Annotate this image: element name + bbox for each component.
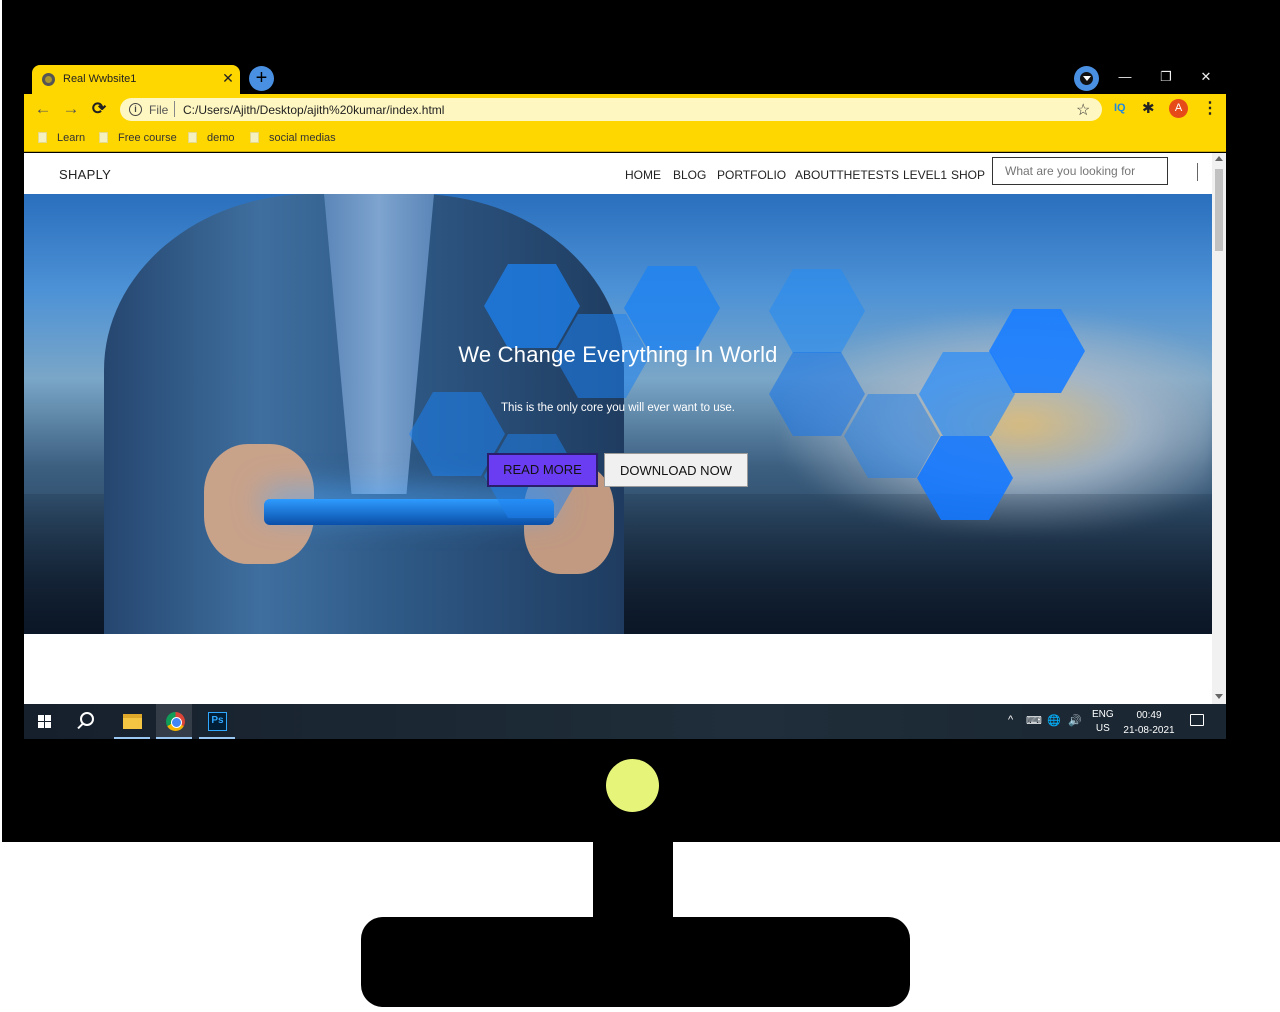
folder-icon <box>188 132 197 143</box>
close-window-button[interactable]: ✕ <box>1194 66 1218 88</box>
bookmark-star-icon[interactable]: ☆ <box>1076 100 1090 120</box>
minimize-button[interactable]: — <box>1113 66 1137 88</box>
bookmarks-bar: Learn Free course demo social medias <box>24 124 1226 152</box>
profile-avatar[interactable]: A <box>1169 99 1188 118</box>
scroll-thumb[interactable] <box>1215 169 1223 251</box>
input-indicator-icon[interactable]: ⌨ <box>1026 714 1042 727</box>
nav-shop[interactable]: SHOP <box>951 168 985 182</box>
bookmark-learn[interactable]: Learn <box>38 132 85 144</box>
taskbar-search-icon[interactable] <box>80 712 94 726</box>
monitor-stand-neck <box>593 840 673 920</box>
taskbar-chrome[interactable] <box>156 704 192 739</box>
url-scheme-label: File <box>149 103 169 117</box>
info-icon[interactable]: i <box>129 103 142 116</box>
taskbar-clock[interactable]: 00:49 21-08-2021 <box>1120 708 1178 738</box>
hero-banner: We Change Everything In World This is th… <box>24 194 1212 634</box>
tab-title: Real Wwbsite1 <box>63 73 137 85</box>
reload-button[interactable]: ⟳ <box>88 98 110 120</box>
url-separator <box>174 101 175 117</box>
nav-level1[interactable]: LEVEL1 <box>903 168 947 182</box>
site-navbar: SHAPLY HOME BLOG PORTFOLIO ABOUTTHETESTS… <box>24 153 1212 194</box>
address-bar[interactable]: i File C:/Users/Ajith/Desktop/ajith%20ku… <box>120 98 1102 121</box>
search-divider <box>1197 163 1198 181</box>
bookmark-social-medias[interactable]: social medias <box>250 132 336 144</box>
back-button[interactable]: ← <box>32 98 54 120</box>
browser-window: Real Wwbsite1 ✕ + — ❐ ✕ ← → ⟳ i File C:/… <box>24 62 1226 739</box>
folder-icon <box>250 132 259 143</box>
nav-home[interactable]: HOME <box>625 168 661 182</box>
new-tab-button[interactable]: + <box>249 66 274 91</box>
nav-blog[interactable]: BLOG <box>673 168 706 182</box>
language-code: ENG <box>1092 709 1114 720</box>
download-now-button[interactable]: DOWNLOAD NOW <box>604 453 748 487</box>
site-search-box <box>992 157 1168 185</box>
taskbar-file-explorer[interactable] <box>114 704 150 739</box>
notification-center-icon[interactable] <box>1190 714 1204 726</box>
page-viewport: SHAPLY HOME BLOG PORTFOLIO ABOUTTHETESTS… <box>24 153 1226 704</box>
bookmark-demo[interactable]: demo <box>188 132 235 144</box>
hero-title: We Change Everything In World <box>458 342 778 367</box>
power-indicator <box>606 759 659 812</box>
iq-extension-icon[interactable]: IQ <box>1114 102 1126 114</box>
clock-time: 00:49 <box>1136 710 1162 721</box>
scroll-up-arrow-icon[interactable] <box>1215 156 1223 161</box>
browser-menu-icon[interactable]: ⋮ <box>1202 98 1218 118</box>
volume-icon[interactable]: 🔊 <box>1068 714 1082 727</box>
windows-start-icon[interactable] <box>38 715 52 729</box>
forward-button[interactable]: → <box>60 98 82 120</box>
browser-toolbar: ← → ⟳ i File C:/Users/Ajith/Desktop/ajit… <box>24 94 1226 124</box>
extensions-puzzle-icon[interactable]: ✱ <box>1142 99 1155 117</box>
restore-button[interactable]: ❐ <box>1154 66 1178 88</box>
url-text[interactable]: C:/Users/Ajith/Desktop/ajith%20kumar/ind… <box>183 103 444 117</box>
nav-aboutthetests[interactable]: ABOUTTHETESTS <box>795 168 899 182</box>
show-hidden-icons-chevron-icon[interactable]: ^ <box>1008 714 1013 726</box>
file-explorer-icon <box>123 714 142 729</box>
chrome-icon <box>166 712 185 731</box>
monitor-stand-base <box>361 917 910 1007</box>
photoshop-icon: Ps <box>208 712 227 731</box>
network-globe-icon[interactable]: 🌐 <box>1047 714 1061 727</box>
globe-icon <box>42 73 55 86</box>
taskbar-photoshop[interactable]: Ps <box>199 704 235 739</box>
read-more-button[interactable]: READ MORE <box>487 453 598 487</box>
site-search-input[interactable] <box>993 158 1167 184</box>
close-tab-icon[interactable]: ✕ <box>220 70 236 86</box>
tab-search-icon[interactable] <box>1074 66 1099 91</box>
scroll-down-arrow-icon[interactable] <box>1215 694 1223 699</box>
windows-taskbar: Ps ^ ⌨ 🌐 🔊 ENG US 00:49 21-08-2021 <box>24 704 1226 739</box>
folder-icon <box>99 132 108 143</box>
language-indicator[interactable]: ENG US <box>1092 708 1114 736</box>
browser-tab[interactable]: Real Wwbsite1 ✕ <box>32 65 240 95</box>
hero-subtitle: This is the only core you will ever want… <box>501 402 735 414</box>
keyboard-region: US <box>1095 723 1110 734</box>
nav-portfolio[interactable]: PORTFOLIO <box>717 168 786 182</box>
clock-date: 21-08-2021 <box>1123 725 1175 736</box>
page-scrollbar[interactable] <box>1212 153 1226 704</box>
bookmark-free-course[interactable]: Free course <box>99 132 177 144</box>
tab-strip: Real Wwbsite1 ✕ + — ❐ ✕ <box>24 62 1226 95</box>
site-brand[interactable]: SHAPLY <box>59 167 111 182</box>
folder-icon <box>38 132 47 143</box>
